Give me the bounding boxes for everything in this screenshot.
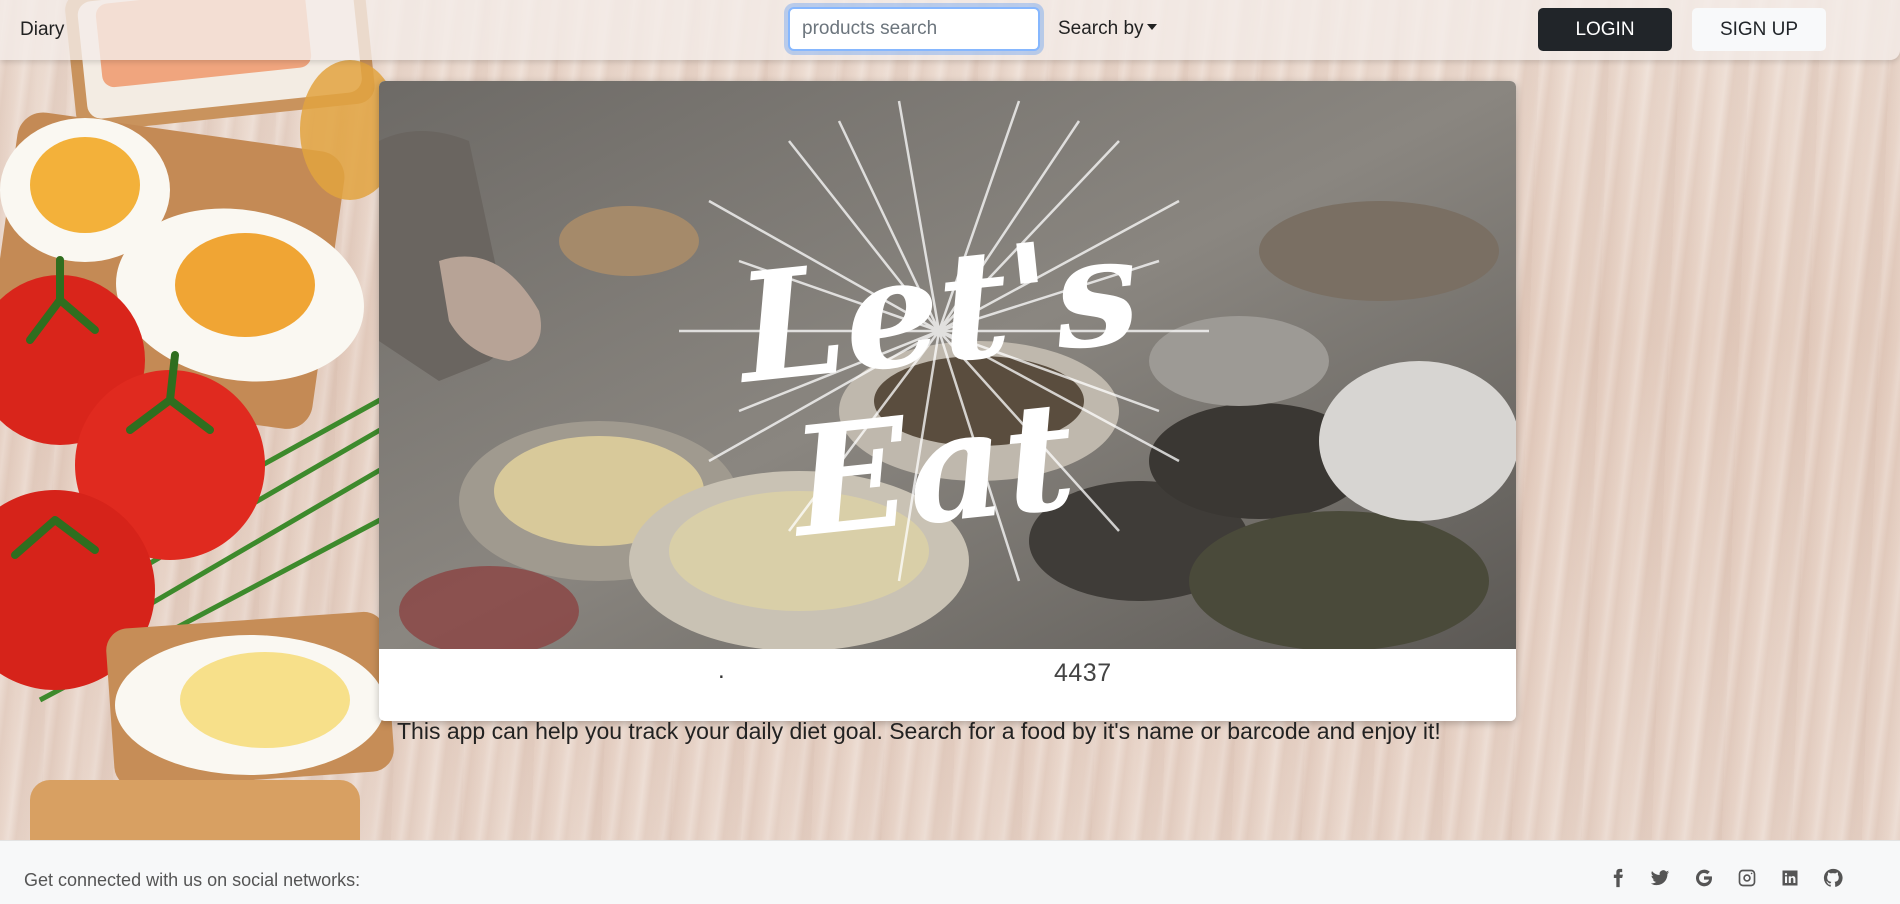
hero-card: Let's Eat . 4437 (379, 81, 1516, 721)
footer-connect-text: Get connected with us on social networks… (24, 870, 361, 890)
caption-dot: . (718, 657, 725, 684)
food-background-image (0, 0, 400, 840)
products-search-input[interactable] (788, 7, 1040, 51)
footer: Get connected with us on social networks… (0, 840, 1900, 904)
intro-text: This app can help you track your daily d… (397, 718, 1441, 744)
search-by-label: Search by (1058, 18, 1144, 39)
brand-link[interactable]: Diary (20, 19, 64, 41)
signup-button[interactable]: SIGN UP (1692, 8, 1826, 51)
lets-eat-banner-image: Let's Eat (379, 81, 1516, 649)
caret-down-icon (1146, 24, 1157, 30)
instagram-icon[interactable] (1736, 867, 1758, 889)
google-icon[interactable] (1693, 867, 1715, 889)
banner-title-line2: Eat (781, 367, 1083, 572)
card-caption: . 4437 (379, 649, 1516, 721)
search-by-dropdown[interactable]: Search by (1058, 18, 1157, 40)
login-button[interactable]: LOGIN (1538, 8, 1672, 51)
twitter-icon[interactable] (1649, 867, 1671, 889)
facebook-icon[interactable] (1607, 867, 1629, 889)
github-icon[interactable] (1822, 867, 1844, 889)
linkedin-icon[interactable] (1779, 867, 1801, 889)
caption-number: 4437 (1054, 659, 1112, 687)
navbar: Diary Search by LOGIN SIGN UP (0, 0, 1900, 60)
